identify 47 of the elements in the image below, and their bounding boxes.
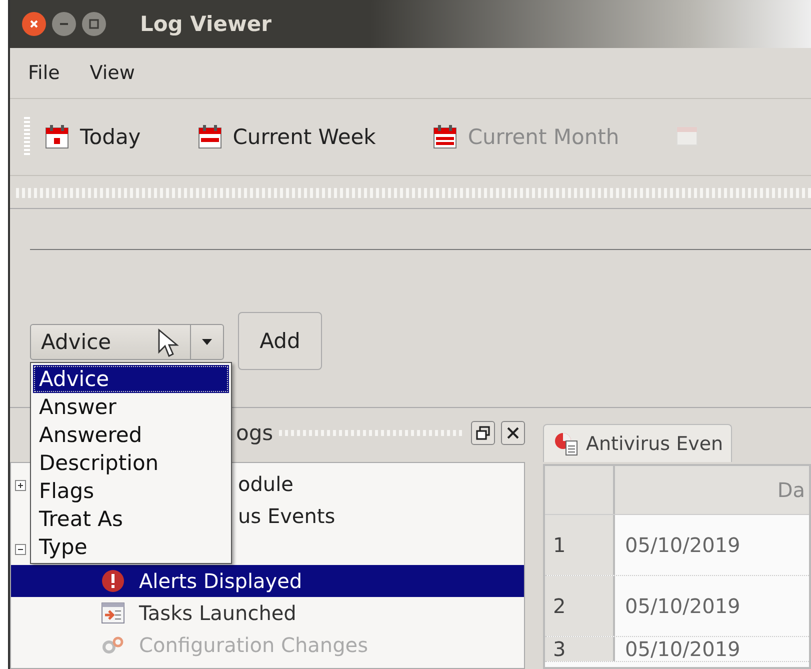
close-icon <box>506 426 520 440</box>
toolbar-grip[interactable] <box>24 117 30 157</box>
menu-item[interactable]: File <box>28 62 60 84</box>
tree-item[interactable]: odule <box>238 472 294 496</box>
add-button[interactable]: Add <box>238 312 322 370</box>
toolbar-button[interactable]: Current Week <box>196 124 376 150</box>
task-list-icon <box>101 601 125 625</box>
table-cell-text: 05/10/2019 <box>624 637 740 661</box>
close-button[interactable] <box>22 12 46 36</box>
maximize-icon <box>88 18 100 30</box>
dropdown-option[interactable]: Type <box>33 533 229 561</box>
toolbar-button[interactable]: Today <box>44 124 141 150</box>
maximize-button[interactable] <box>82 12 106 36</box>
mouse-cursor-icon <box>157 328 179 358</box>
row-header[interactable]: 1 <box>545 515 615 575</box>
dropdown-option[interactable]: Description <box>33 449 229 477</box>
dropdown-option[interactable]: Advice <box>33 365 229 393</box>
tree-item[interactable]: Alerts Displayed <box>11 565 524 597</box>
close-icon <box>28 18 40 30</box>
restore-icon <box>476 426 490 440</box>
row-header[interactable]: 3 <box>545 637 615 661</box>
dropdown-option[interactable]: Answer <box>33 393 229 421</box>
alert-icon <box>101 569 125 593</box>
calendar-icon <box>196 124 223 150</box>
table-cell-text: 05/10/2019 <box>624 532 740 559</box>
float-button[interactable] <box>471 421 495 445</box>
dropdown-option[interactable]: Treat As <box>33 505 229 533</box>
calendar-icon <box>44 124 70 150</box>
dropdown-option[interactable]: Answered <box>33 421 229 449</box>
close-button[interactable] <box>501 421 525 445</box>
panel-grip[interactable] <box>279 430 465 436</box>
expander-icon[interactable] <box>15 480 26 490</box>
expander-icon[interactable] <box>15 544 26 554</box>
minimize-button[interactable] <box>52 12 76 36</box>
calendar-icon <box>432 124 458 150</box>
tree-item[interactable]: Tasks Launched <box>11 597 524 629</box>
filter-combo-box[interactable]: Advice <box>30 324 224 360</box>
tree-item[interactable]: us Events <box>238 504 336 528</box>
row-header[interactable]: 2 <box>545 576 615 636</box>
menu-item[interactable]: View <box>90 62 135 84</box>
window-title: Log Viewer <box>140 12 272 36</box>
dropdown-option[interactable]: Flags <box>33 477 229 505</box>
tab[interactable]: Antivirus Even <box>543 424 732 462</box>
panel-title: ogs <box>236 421 274 445</box>
table-cell-text: 05/10/2019 <box>624 593 740 620</box>
pie-document-icon <box>554 432 580 456</box>
toolbar-grip[interactable] <box>16 188 811 198</box>
